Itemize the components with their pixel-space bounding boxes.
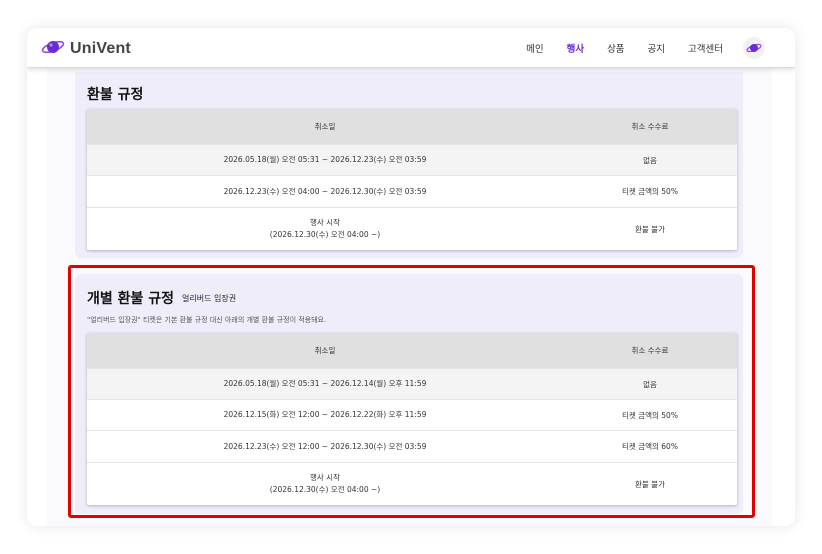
refund-policy-table: 취소일 취소 수수료 2026.05.18(월) 오전 05:31 ~ 2026… — [87, 109, 737, 250]
planet-logo-icon — [41, 37, 65, 61]
table-row: 2026.05.18(월) 오전 05:31 ~ 2026.12.14(월) 오… — [87, 369, 737, 400]
cancel-date-cell: 행사 시작 (2026.12.30(수) 오전 04:00 ~) — [87, 217, 563, 241]
individual-refund-section: 개별 환불 규정 얼리버드 입장권 "얼리버드 입장권" 티켓은 기본 환불 규정… — [75, 274, 743, 514]
cancel-fee-cell: 환불 불가 — [635, 479, 665, 489]
individual-refund-title-text: 개별 환불 규정 — [87, 291, 175, 307]
header-cancel-date: 취소일 — [314, 121, 336, 131]
individual-refund-table: 취소일 취소 수수료 2026.05.18(월) 오전 05:31 ~ 2026… — [87, 333, 737, 505]
cancel-date-cell: 행사 시작 (2026.12.30(수) 오전 04:00 ~) — [87, 472, 563, 496]
header-cancel-fee: 취소 수수료 — [631, 122, 669, 131]
nav-item-events[interactable]: 행사 — [567, 41, 584, 55]
refund-policy-title: 환불 규정 — [87, 87, 144, 103]
table-row: 행사 시작 (2026.12.30(수) 오전 04:00 ~) 환불 불가 — [87, 463, 737, 505]
main-nav: 메인 행사 상품 공지 고객센터 — [526, 28, 795, 68]
nav-item-products[interactable]: 상품 — [607, 41, 624, 55]
planet-avatar-icon — [746, 43, 762, 53]
cancel-fee-cell: 티켓 금액의 50% — [622, 187, 678, 196]
cancel-date-cell: 2026.12.15(화) 오전 12:00 ~ 2026.12.22(화) 오… — [223, 410, 427, 419]
cancel-date-cell: 2026.12.23(수) 오전 12:00 ~ 2026.12.30(수) 오… — [223, 441, 427, 451]
table-row: 2026.12.15(화) 오전 12:00 ~ 2026.12.22(화) 오… — [87, 400, 737, 431]
nav-item-notice[interactable]: 공지 — [648, 41, 665, 55]
cancel-fee-cell: 티켓 금액의 60% — [622, 442, 678, 451]
profile-avatar[interactable] — [743, 37, 765, 59]
cancel-fee-cell: 환불 불가 — [635, 224, 665, 234]
individual-refund-title: 개별 환불 규정 얼리버드 입장권 — [87, 288, 236, 308]
table-row: 행사 시작 (2026.12.30(수) 오전 04:00 ~) 환불 불가 — [87, 208, 737, 250]
cancel-fee-cell: 티켓 금액의 50% — [622, 410, 678, 420]
cancel-date-cell: 2026.05.18(월) 오전 05:31 ~ 2026.12.14(월) 오… — [223, 379, 427, 388]
logo[interactable]: UniVent — [41, 37, 131, 61]
cancel-fee-cell: 없음 — [643, 379, 657, 389]
header-cancel-date: 취소일 — [314, 345, 336, 355]
cancel-fee-cell: 없음 — [643, 155, 657, 165]
cancel-date-line1: 행사 시작 — [310, 473, 340, 482]
cancel-date-cell: 2026.05.18(월) 오전 05:31 ~ 2026.12.23(수) 오… — [223, 155, 427, 164]
nav-item-support[interactable]: 고객센터 — [688, 41, 723, 55]
cancel-date-line1: 행사 시작 — [310, 218, 340, 227]
table-row: 2026.05.18(월) 오전 05:31 ~ 2026.12.23(수) 오… — [87, 145, 737, 176]
ticket-type-badge: 얼리버드 입장권 — [182, 294, 237, 303]
app-window: UniVent 메인 행사 상품 공지 고객센터 환불 규정 취소일 취소 수수… — [27, 28, 795, 526]
top-header: UniVent 메인 행사 상품 공지 고객센터 — [27, 28, 795, 68]
refund-policy-section: 환불 규정 취소일 취소 수수료 2026.05.18(월) 오전 05:31 … — [75, 72, 743, 258]
main-content: 환불 규정 취소일 취소 수수료 2026.05.18(월) 오전 05:31 … — [47, 68, 772, 526]
individual-refund-description: "얼리버드 입장권" 티켓은 기본 환불 규정 대신 아래의 개별 환불 규정이… — [87, 316, 327, 324]
logo-text: UniVent — [70, 40, 131, 57]
cancel-date-cell: 2026.12.23(수) 오전 04:00 ~ 2026.12.30(수) 오… — [223, 186, 427, 196]
header-cancel-fee: 취소 수수료 — [631, 346, 669, 355]
table-header-row: 취소일 취소 수수료 — [87, 333, 737, 369]
cancel-date-line2: (2026.12.30(수) 오전 04:00 ~) — [269, 485, 381, 494]
table-row: 2026.12.23(수) 오전 12:00 ~ 2026.12.30(수) 오… — [87, 431, 737, 463]
table-row: 2026.12.23(수) 오전 04:00 ~ 2026.12.30(수) 오… — [87, 176, 737, 208]
nav-item-main[interactable]: 메인 — [526, 41, 543, 55]
cancel-date-line2: (2026.12.30(수) 오전 04:00 ~) — [269, 230, 381, 239]
table-header-row: 취소일 취소 수수료 — [87, 109, 737, 145]
